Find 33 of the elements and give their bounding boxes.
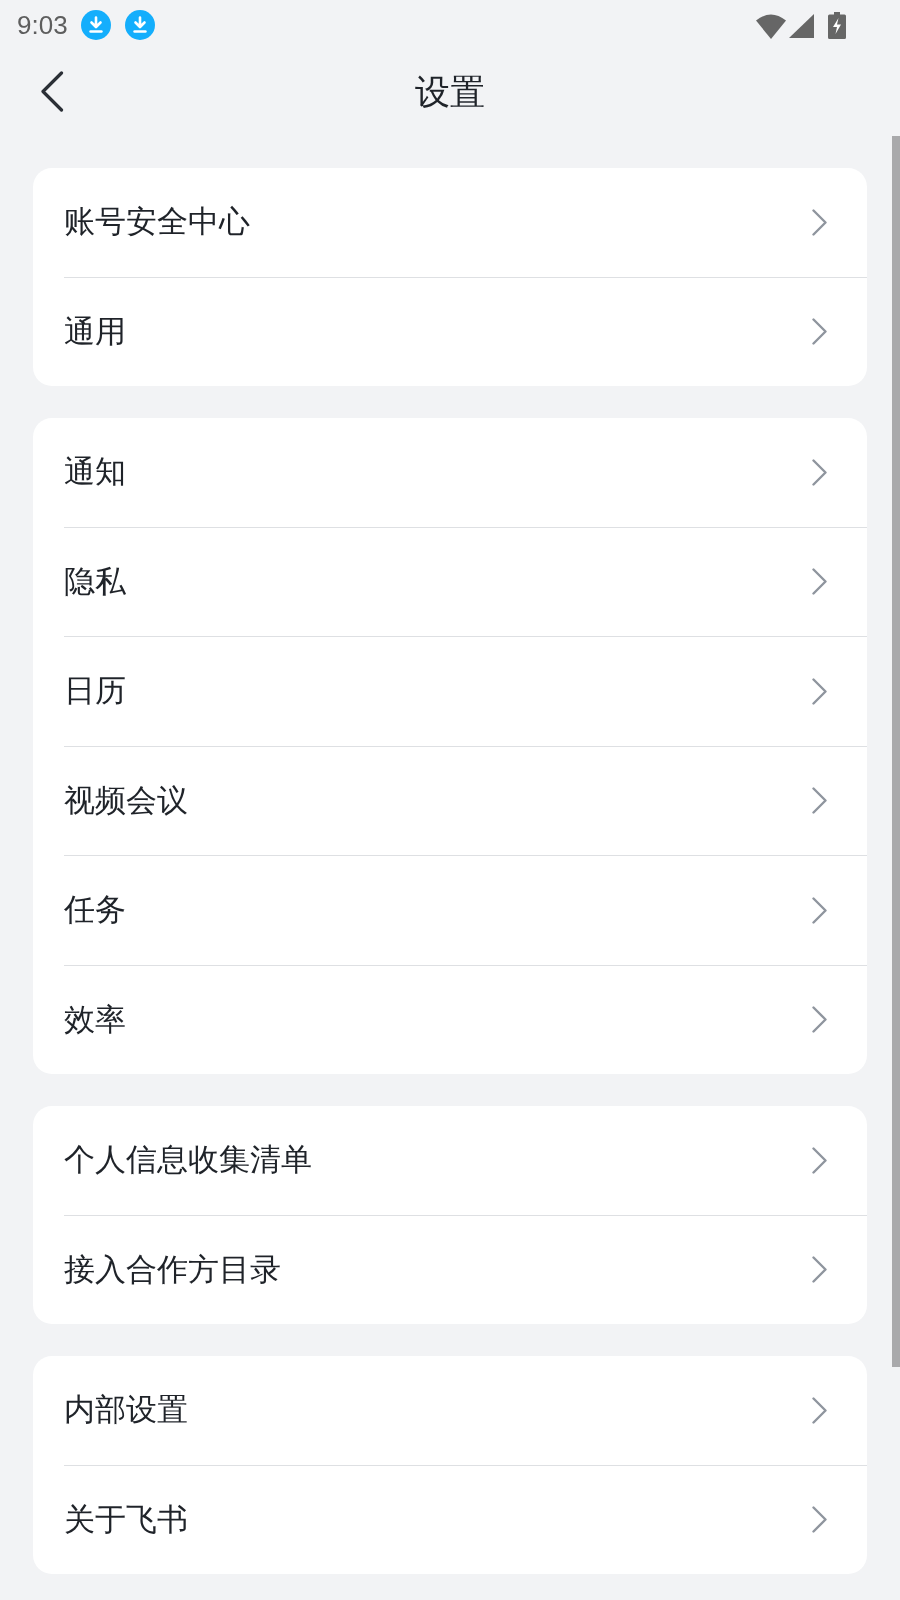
settings-item[interactable]: 通知 — [33, 418, 867, 527]
chevron-right-icon — [812, 787, 827, 815]
settings-item[interactable]: 关于飞书 — [33, 1465, 867, 1574]
chevron-right-icon — [812, 896, 827, 924]
page-title: 设置 — [415, 71, 485, 113]
chevron-right-icon — [812, 1006, 827, 1034]
chevron-right-icon — [812, 1396, 827, 1424]
settings-item[interactable]: 账号安全中心 — [33, 168, 867, 277]
chevron-right-icon — [812, 677, 827, 705]
battery-charging-icon — [828, 11, 846, 39]
download-icon — [80, 10, 111, 40]
settings-item[interactable]: 隐私 — [33, 527, 867, 636]
status-time: 9:03 — [17, 12, 68, 38]
back-icon[interactable] — [40, 71, 64, 112]
settings-item[interactable]: 效率 — [33, 965, 867, 1074]
signal-icon — [789, 14, 814, 38]
settings-item[interactable]: 接入合作方目录 — [33, 1215, 867, 1324]
chevron-right-icon — [812, 208, 827, 236]
settings-item[interactable]: 个人信息收集清单 — [33, 1106, 867, 1215]
settings-item[interactable]: 视频会议 — [33, 746, 867, 855]
chevron-right-icon — [812, 318, 827, 346]
chevron-right-icon — [812, 1256, 827, 1284]
chevron-right-icon — [812, 1506, 827, 1534]
wifi-icon — [756, 13, 786, 39]
chevron-right-icon — [812, 568, 827, 596]
settings-item[interactable]: 任务 — [33, 856, 867, 965]
chevron-right-icon — [812, 458, 827, 486]
download-icon — [124, 10, 155, 40]
settings-item[interactable]: 日历 — [33, 637, 867, 746]
scrollbar-thumb[interactable] — [892, 136, 900, 1367]
chevron-right-icon — [812, 1146, 827, 1174]
settings-item[interactable]: 内部设置 — [33, 1356, 867, 1465]
settings-item[interactable]: 通用 — [33, 277, 867, 386]
